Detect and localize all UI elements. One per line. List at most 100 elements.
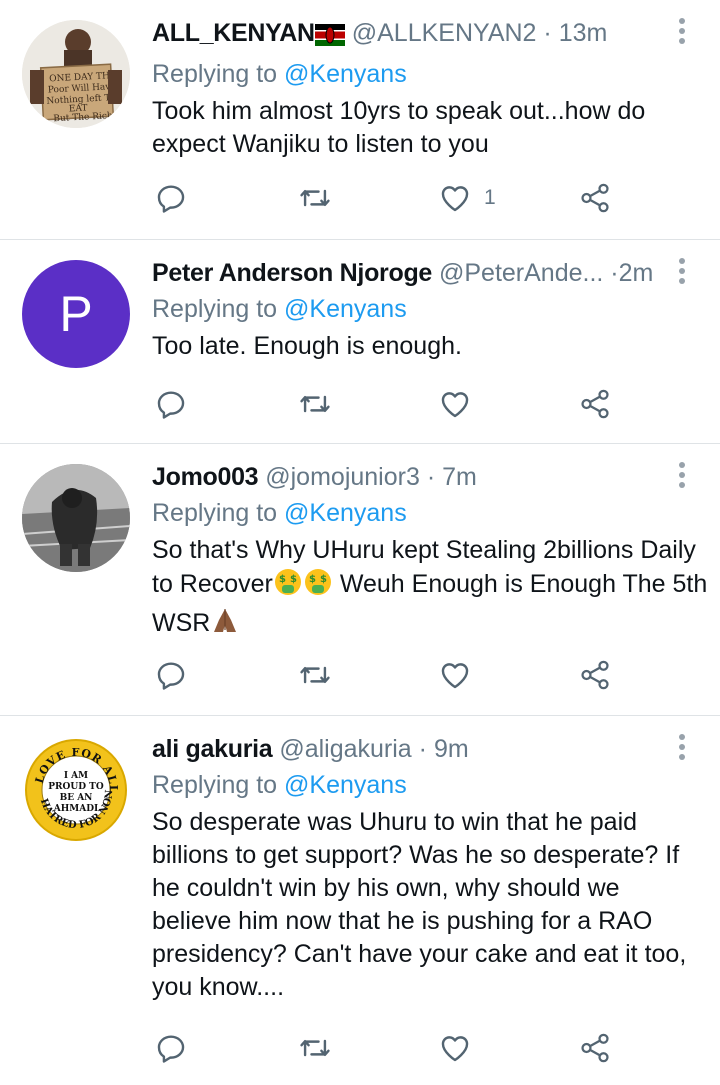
retweet-icon bbox=[300, 666, 330, 684]
tweet-1[interactable]: ONE DAY THE Poor Will Have Nothing left … bbox=[0, 0, 720, 240]
svg-text:BE AN: BE AN bbox=[60, 793, 93, 803]
avatar-letter: P bbox=[59, 286, 93, 342]
replying-to-label: Replying to bbox=[152, 295, 285, 323]
like-button[interactable] bbox=[438, 655, 472, 695]
share-button[interactable] bbox=[578, 655, 612, 695]
svg-text:$: $ bbox=[279, 574, 286, 585]
replying-to: Replying to @Kenyans bbox=[152, 57, 670, 91]
reply-button[interactable] bbox=[154, 1028, 188, 1068]
svg-text:$: $ bbox=[320, 574, 327, 585]
timestamp[interactable]: 9m bbox=[434, 735, 469, 763]
more-vertical-icon[interactable] bbox=[678, 18, 686, 46]
replying-to: Replying to @Kenyans bbox=[152, 768, 670, 802]
retweet-icon bbox=[300, 189, 330, 207]
display-name[interactable]: Peter Anderson Njoroge bbox=[152, 259, 432, 287]
replying-to-label: Replying to bbox=[152, 60, 285, 88]
reply-icon bbox=[157, 662, 185, 690]
like-button[interactable]: 1 bbox=[438, 178, 496, 218]
user-handle[interactable]: @PeterAnde... bbox=[439, 259, 603, 287]
reply-button[interactable] bbox=[154, 655, 188, 695]
svg-text:But The Rich: But The Rich bbox=[53, 111, 113, 124]
svg-text:$: $ bbox=[290, 574, 297, 585]
svg-text:PROUD TO: PROUD TO bbox=[48, 782, 104, 792]
retweet-button[interactable] bbox=[298, 1028, 332, 1068]
more-vertical-icon[interactable] bbox=[678, 734, 686, 762]
tweet-text: Too late. Enough is enough. bbox=[152, 332, 462, 360]
separator-dot: · bbox=[610, 259, 619, 287]
tweet-text-line: to Recover bbox=[152, 570, 273, 598]
like-button[interactable] bbox=[438, 1028, 472, 1068]
reply-button[interactable] bbox=[154, 384, 188, 424]
tweet-text-line: Weuh Enough is Enough The 5th bbox=[332, 570, 708, 598]
tweet-actions bbox=[152, 1028, 622, 1068]
reply-button[interactable] bbox=[154, 178, 188, 218]
tweet-text: Took him almost 10yrs to speak out...how… bbox=[152, 97, 646, 158]
money-mouth-face-icon: $ $ bbox=[303, 567, 333, 606]
tweet-header: ALL_KENYAN @ALLKENYAN2 · 13m bbox=[152, 16, 670, 55]
replying-to-label: Replying to bbox=[152, 771, 285, 799]
kenya-flag-icon bbox=[314, 21, 345, 55]
mention-link[interactable]: @Kenyans bbox=[284, 295, 407, 323]
separator-dot: · bbox=[543, 19, 552, 47]
separator-dot: · bbox=[426, 463, 436, 491]
share-icon bbox=[581, 1033, 609, 1063]
tweet-4[interactable]: LOVE FOR ALL HATRED FOR NONE I AM PROUD … bbox=[0, 716, 720, 1085]
more-vertical-icon[interactable] bbox=[678, 462, 686, 490]
tweet-text-line: WSR bbox=[152, 609, 211, 637]
reply-icon bbox=[157, 1035, 185, 1063]
heart-icon bbox=[441, 186, 469, 212]
reply-icon bbox=[157, 185, 185, 213]
avatar[interactable]: LOVE FOR ALL HATRED FOR NONE I AM PROUD … bbox=[22, 736, 130, 844]
tweet-actions bbox=[152, 655, 622, 695]
tweet-actions bbox=[152, 384, 622, 424]
retweet-icon bbox=[300, 395, 330, 413]
user-handle[interactable]: @ALLKENYAN2 bbox=[352, 19, 537, 47]
svg-text:I AM: I AM bbox=[64, 771, 88, 781]
share-button[interactable] bbox=[578, 178, 612, 218]
timestamp[interactable]: 7m bbox=[442, 463, 477, 491]
tweet-header: Jomo003 @jomojunior3 · 7m bbox=[152, 460, 670, 494]
more-vertical-icon[interactable] bbox=[678, 258, 686, 286]
display-name[interactable]: ALL_KENYAN bbox=[152, 19, 315, 47]
money-mouth-face-icon: $ $ bbox=[273, 567, 303, 606]
folded-hands-icon bbox=[210, 606, 240, 645]
heart-icon bbox=[441, 663, 469, 689]
replying-to: Replying to @Kenyans bbox=[152, 292, 670, 326]
share-button[interactable] bbox=[578, 1028, 612, 1068]
tweet-text: So desperate was Uhuru to win that he pa… bbox=[152, 808, 687, 1001]
mention-link[interactable]: @Kenyans bbox=[284, 60, 407, 88]
share-icon bbox=[581, 660, 609, 690]
display-name[interactable]: Jomo003 bbox=[152, 463, 259, 491]
heart-icon bbox=[441, 392, 469, 418]
avatar[interactable]: P bbox=[22, 260, 130, 368]
user-handle[interactable]: @aligakuria bbox=[279, 735, 411, 763]
like-button[interactable] bbox=[438, 384, 472, 424]
avatar[interactable] bbox=[22, 464, 130, 572]
replying-to: Replying to @Kenyans bbox=[152, 496, 670, 530]
tweet-header: Peter Anderson Njoroge @PeterAnde... ·2m bbox=[152, 256, 670, 290]
reply-icon bbox=[157, 391, 185, 419]
tweet-text-line: So that's Why UHuru kept Stealing 2billi… bbox=[152, 536, 696, 564]
retweet-button[interactable] bbox=[298, 178, 332, 218]
retweet-button[interactable] bbox=[298, 384, 332, 424]
share-button[interactable] bbox=[578, 384, 612, 424]
display-name[interactable]: ali gakuria bbox=[152, 735, 273, 763]
tweet-text: So that's Why UHuru kept Stealing 2billi… bbox=[152, 534, 712, 645]
retweet-icon bbox=[300, 1039, 330, 1057]
user-handle[interactable]: @jomojunior3 bbox=[265, 463, 420, 491]
share-icon bbox=[581, 183, 609, 213]
timestamp[interactable]: 2m bbox=[619, 259, 654, 287]
tweet-2[interactable]: P Peter Anderson Njoroge @PeterAnde... ·… bbox=[0, 240, 720, 444]
mention-link[interactable]: @Kenyans bbox=[284, 771, 407, 799]
avatar[interactable]: ONE DAY THE Poor Will Have Nothing left … bbox=[22, 20, 130, 128]
retweet-button[interactable] bbox=[298, 655, 332, 695]
mention-link[interactable]: @Kenyans bbox=[284, 499, 407, 527]
svg-text:AHMADI: AHMADI bbox=[53, 804, 98, 814]
timestamp[interactable]: 13m bbox=[559, 19, 608, 47]
like-count: 1 bbox=[484, 186, 496, 209]
tweet-3[interactable]: Jomo003 @jomojunior3 · 7m Replying to @K… bbox=[0, 444, 720, 716]
replying-to-label: Replying to bbox=[152, 499, 285, 527]
share-icon bbox=[581, 389, 609, 419]
tweet-actions: 1 bbox=[152, 178, 622, 218]
tweet-header: ali gakuria @aligakuria · 9m bbox=[152, 732, 670, 766]
